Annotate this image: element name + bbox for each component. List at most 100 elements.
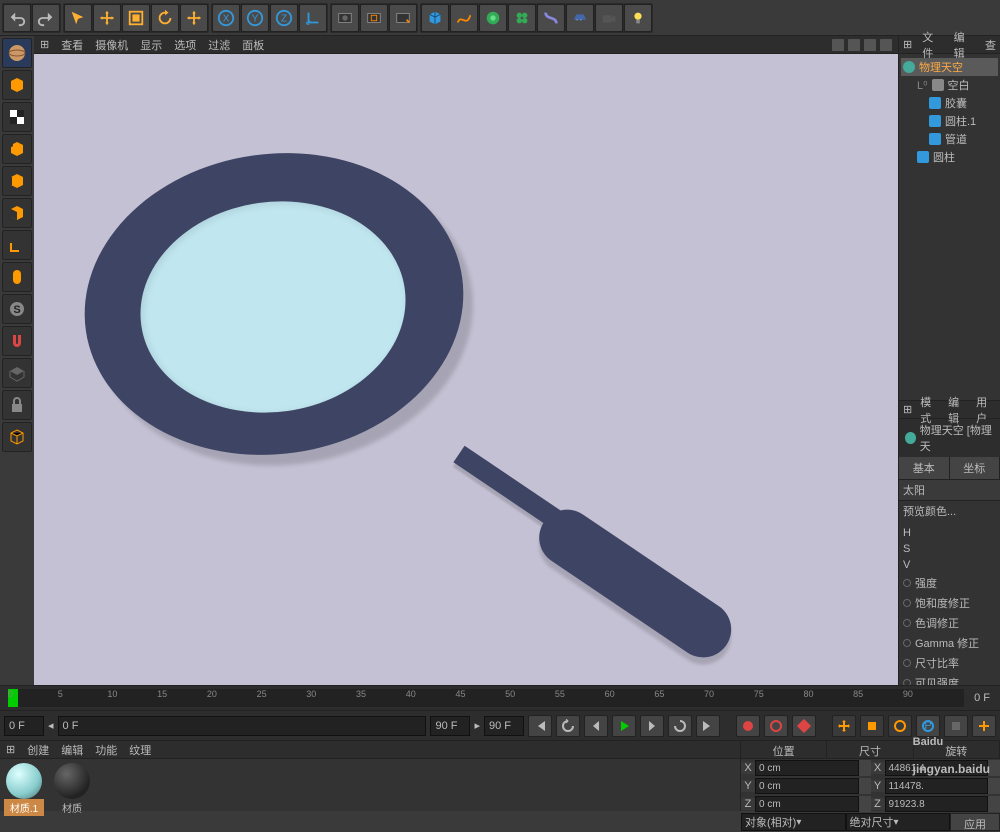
- undo-button[interactable]: [3, 4, 31, 32]
- light-button[interactable]: [624, 4, 652, 32]
- workplane-button[interactable]: [2, 358, 32, 388]
- mat-menu-function[interactable]: 功能: [95, 742, 117, 758]
- vp-icon-4[interactable]: [880, 39, 892, 51]
- attr-row-7[interactable]: 色调修正: [899, 613, 1000, 633]
- attr-tab-edit[interactable]: 编辑: [948, 394, 968, 426]
- coord-apply-button[interactable]: 应用: [950, 813, 1000, 831]
- tree-item-0[interactable]: 物理天空: [901, 58, 998, 76]
- key-pla-button[interactable]: [944, 715, 968, 737]
- live-select-button[interactable]: [64, 4, 92, 32]
- key-move-button[interactable]: [832, 715, 856, 737]
- coord-system-button[interactable]: [299, 4, 327, 32]
- tree-item-1[interactable]: L⁰空白: [901, 76, 998, 94]
- grid-icon[interactable]: ⊞: [40, 38, 49, 51]
- goto-start-button[interactable]: [528, 715, 552, 737]
- next-key-button[interactable]: [668, 715, 692, 737]
- goto-end-button[interactable]: [696, 715, 720, 737]
- redo-button[interactable]: [32, 4, 60, 32]
- attr-grid-icon[interactable]: ⊞: [903, 403, 912, 416]
- tl-end1-field[interactable]: 90 F: [430, 716, 470, 736]
- attr-row-9[interactable]: 尺寸比率: [899, 653, 1000, 673]
- tl-start-field[interactable]: 0 F: [4, 716, 44, 736]
- mat-menu-create[interactable]: 创建: [27, 742, 49, 758]
- object-mode-button[interactable]: [2, 70, 32, 100]
- attr-tab-user[interactable]: 用户: [976, 394, 996, 426]
- viewport[interactable]: [34, 54, 898, 685]
- camera-button[interactable]: [595, 4, 623, 32]
- vp-icon-2[interactable]: [848, 39, 860, 51]
- floor-button[interactable]: [566, 4, 594, 32]
- z-axis-button[interactable]: Z: [270, 4, 298, 32]
- attr-row-5[interactable]: 强度: [899, 573, 1000, 593]
- next-frame-button[interactable]: [640, 715, 664, 737]
- key-scale-button[interactable]: [860, 715, 884, 737]
- point-mode-button[interactable]: [2, 134, 32, 164]
- menu-options[interactable]: 选项: [174, 37, 196, 53]
- edge-mode-button[interactable]: [2, 166, 32, 196]
- attr-row-6[interactable]: 饱和度修正: [899, 593, 1000, 613]
- material-0[interactable]: 材质.1: [4, 763, 44, 816]
- coord-mode2-select[interactable]: 绝对尺寸 ▾: [846, 813, 951, 831]
- mat-menu-edit[interactable]: 编辑: [61, 742, 83, 758]
- mouse-button[interactable]: [2, 262, 32, 292]
- lock-button[interactable]: [2, 390, 32, 420]
- primitive-button[interactable]: [421, 4, 449, 32]
- menu-camera[interactable]: 摄像机: [95, 37, 128, 53]
- attr-subtab-basic[interactable]: 基本: [899, 457, 950, 479]
- attr-row-8[interactable]: Gamma 修正: [899, 633, 1000, 653]
- x-axis-button[interactable]: X: [212, 4, 240, 32]
- material-1[interactable]: 材质: [52, 763, 92, 816]
- key-rotate-button[interactable]: [888, 715, 912, 737]
- rp-tab-view[interactable]: 查: [985, 37, 996, 53]
- move-button[interactable]: [93, 4, 121, 32]
- menu-view[interactable]: 查看: [61, 37, 83, 53]
- menu-filter[interactable]: 过滤: [208, 37, 230, 53]
- axis-button[interactable]: [2, 230, 32, 260]
- timeline[interactable]: 051015202530354045505560657075808590 0 F: [0, 685, 1000, 711]
- menu-panel[interactable]: 面板: [242, 37, 264, 53]
- render-region-button[interactable]: [360, 4, 388, 32]
- render-button[interactable]: [331, 4, 359, 32]
- texture-mode-button[interactable]: [2, 102, 32, 132]
- generator-button[interactable]: [479, 4, 507, 32]
- prev-frame-button[interactable]: [584, 715, 608, 737]
- model-mode-button[interactable]: [2, 38, 32, 68]
- tree-item-5[interactable]: 圆柱: [901, 148, 998, 166]
- tree-item-2[interactable]: 胶囊: [901, 94, 998, 112]
- spline-button[interactable]: [450, 4, 478, 32]
- coord-mode1-select[interactable]: 对象(相对) ▾: [741, 813, 846, 831]
- attr-row-0[interactable]: 预览颜色...: [899, 501, 1000, 521]
- prev-key-button[interactable]: [556, 715, 580, 737]
- rp-grid-icon[interactable]: ⊞: [903, 38, 912, 51]
- play-button[interactable]: [612, 715, 636, 737]
- magnet-button[interactable]: [2, 326, 32, 356]
- vp-icon-1[interactable]: [832, 39, 844, 51]
- y-axis-button[interactable]: Y: [241, 4, 269, 32]
- key-extra-button[interactable]: [972, 715, 996, 737]
- tl-current-field[interactable]: 0 F: [58, 716, 427, 736]
- autokey-button[interactable]: [764, 715, 788, 737]
- tl-end2-field[interactable]: 90 F: [484, 716, 524, 736]
- tree-item-4[interactable]: 管道: [901, 130, 998, 148]
- render-settings-button[interactable]: [389, 4, 417, 32]
- psr-button[interactable]: [180, 4, 208, 32]
- deformer-button[interactable]: [537, 4, 565, 32]
- attr-row-3[interactable]: S: [899, 541, 1000, 557]
- attr-subtab-coord[interactable]: 坐标: [950, 457, 1000, 479]
- mat-menu-texture[interactable]: 纹理: [129, 742, 151, 758]
- attr-tab-mode[interactable]: 模式: [920, 394, 940, 426]
- tree-item-3[interactable]: 圆柱.1: [901, 112, 998, 130]
- isoparm-button[interactable]: [2, 422, 32, 452]
- attr-row-2[interactable]: H: [899, 525, 1000, 541]
- keyframe-button[interactable]: [792, 715, 816, 737]
- vp-icon-3[interactable]: [864, 39, 876, 51]
- key-param-button[interactable]: P: [916, 715, 940, 737]
- rotate-button[interactable]: [151, 4, 179, 32]
- attr-row-4[interactable]: V: [899, 557, 1000, 573]
- cloner-button[interactable]: [508, 4, 536, 32]
- record-button[interactable]: [736, 715, 760, 737]
- snap-button[interactable]: S: [2, 294, 32, 324]
- polygon-mode-button[interactable]: [2, 198, 32, 228]
- menu-display[interactable]: 显示: [140, 37, 162, 53]
- scale-button[interactable]: [122, 4, 150, 32]
